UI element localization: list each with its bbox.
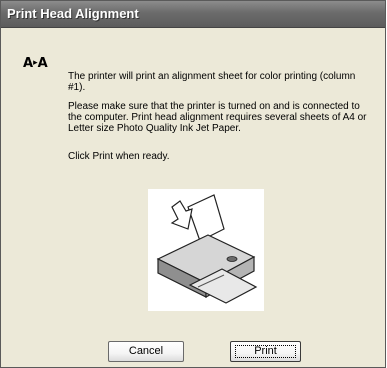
icon-letter-right: A — [37, 56, 48, 71]
print-head-alignment-dialog: Print Head Alignment A▸A The printer wil… — [0, 0, 386, 368]
title-bar[interactable]: Print Head Alignment — [1, 1, 385, 28]
message-click-print: Click Print when ready. — [68, 151, 170, 162]
print-button[interactable]: Print — [230, 341, 301, 362]
focus-ring — [235, 345, 296, 358]
printer-with-paper-icon — [156, 194, 258, 304]
icon-letter-left: A — [23, 56, 33, 71]
cancel-button[interactable]: Cancel — [108, 341, 184, 362]
message-alignment-sheet: The printer will print an alignment shee… — [68, 71, 356, 93]
icon-arrow: ▸ — [33, 58, 37, 68]
window-title: Print Head Alignment — [7, 6, 139, 21]
message-paper-requirements: Please make sure that the printer is tur… — [68, 101, 367, 134]
font-size-icon: A▸A — [23, 56, 51, 72]
printer-illustration — [148, 189, 264, 311]
